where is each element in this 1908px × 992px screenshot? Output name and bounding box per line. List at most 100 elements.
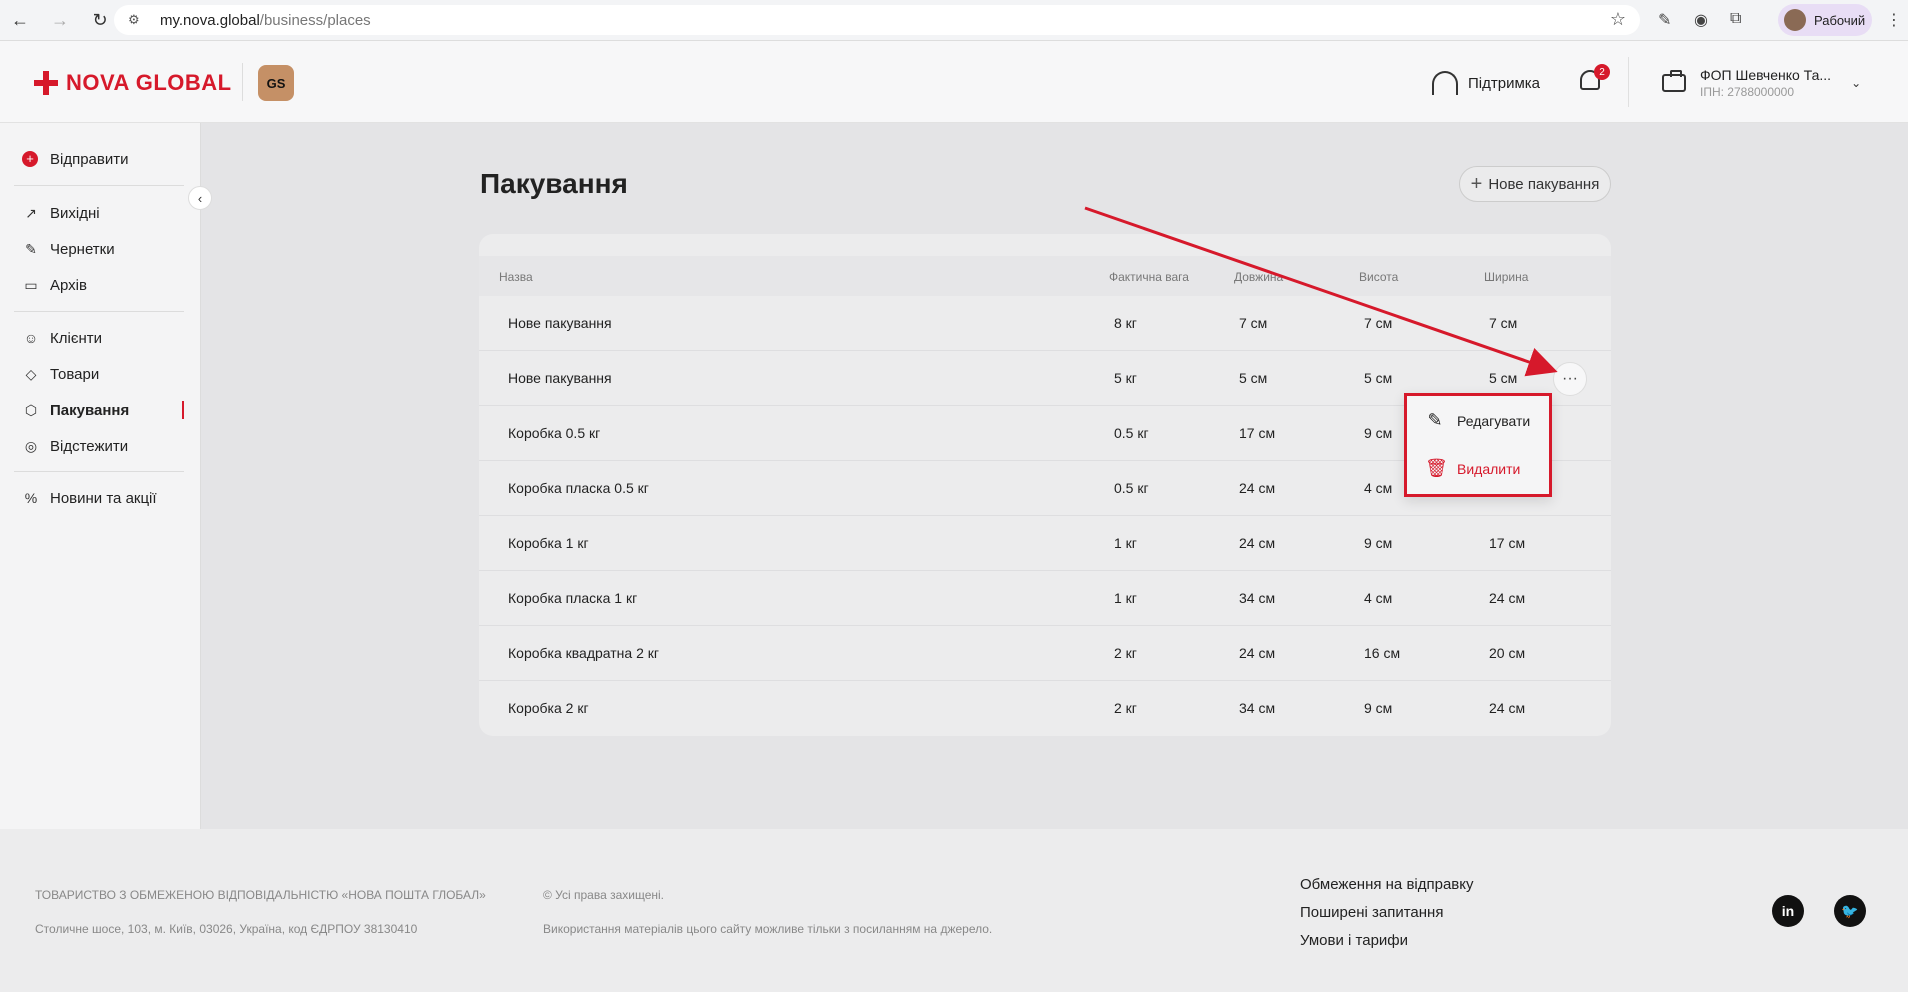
footer-link-restrictions[interactable]: Обмеження на відправку [1300,876,1474,893]
more-horizontal-icon: ··· [1562,370,1578,387]
notification-count-badge: 2 [1594,64,1610,80]
nova-global-logo[interactable]: NOVA GLOBAL [34,70,232,96]
cell-name: Коробка квадратна 2 кг [508,645,659,661]
cell-length: 34 см [1239,590,1276,606]
cell-weight: 0.5 кг [1114,425,1149,441]
cell-height: 5 см [1364,370,1393,386]
cell-height: 4 см [1364,590,1393,606]
table-row[interactable]: Коробка 1 кг 1 кг 24 см 9 см 17 см [479,516,1611,571]
cell-name: Коробка 0.5 кг [508,425,601,441]
cell-width: 7 см [1489,315,1518,331]
sidebar-item-track[interactable]: ◎ Відстежити [22,436,128,456]
sidebar-item-outgoing[interactable]: ↗ Вихідні [22,203,100,223]
extensions-puzzle-icon[interactable]: ⧉ [1730,10,1741,28]
percent-icon: % [24,490,38,506]
box-icon: ⬡ [24,401,38,418]
users-icon: ☺ [23,330,39,346]
sidebar-item-label: Товари [50,365,100,383]
column-header-weight[interactable]: Фактична вага [1109,270,1189,284]
column-header-name[interactable]: Назва [499,270,533,284]
new-packaging-button[interactable]: + Нове пакування [1459,166,1611,202]
row-more-actions-button[interactable]: ··· [1553,362,1587,396]
sidebar-item-label: Відстежити [50,437,129,455]
cell-length: 34 см [1239,700,1276,716]
forward-icon[interactable]: → [40,0,80,41]
sidebar-item-label: Новини та акції [50,489,157,507]
url-host: my.nova.global [160,11,260,29]
translate-extension-icon[interactable]: ✎ [1658,10,1671,30]
table-row[interactable]: Коробка пласка 1 кг 1 кг 34 см 4 см 24 с… [479,571,1611,626]
tag-icon: ◇ [25,365,37,382]
briefcase-icon [1662,70,1686,92]
cell-length: 24 см [1239,645,1276,661]
sidebar-item-label: Відправити [50,150,129,168]
table-row[interactable]: Нове пакування 8 кг 7 см 7 см 7 см [479,296,1611,351]
profile-button[interactable]: Рабочий [1778,4,1872,36]
cell-weight: 0.5 кг [1114,480,1149,496]
edit-menu-item[interactable]: ✎ Редагувати [1425,410,1530,431]
cell-height: 9 см [1364,700,1393,716]
footer-rights: © Усі права захищені. [543,888,665,902]
delete-menu-item[interactable]: 🗑 Видалити [1425,458,1520,479]
sidebar-item-archive[interactable]: ▭ Архів [22,275,87,295]
sidebar-item-clients[interactable]: ☺ Клієнти [22,328,102,348]
sidebar-item-label: Чернетки [50,240,115,258]
cell-height: 4 см [1364,480,1393,496]
address-bar[interactable]: ⚙ my.nova.global/business/places ☆ [114,5,1640,35]
browser-toolbar: ← → ↻ ⚙ my.nova.global/business/places ☆… [0,0,1908,41]
screenshot-extension-icon[interactable]: ◉ [1694,10,1708,30]
browser-menu-icon[interactable]: ⋮ [1886,10,1902,30]
cell-weight: 8 кг [1114,315,1137,331]
account-name: ФОП Шевченко Та... [1700,67,1832,83]
notifications-button[interactable]: 2 [1578,64,1610,96]
linkedin-icon[interactable]: in [1772,895,1804,927]
nova-logo-icon [34,71,58,95]
cell-length: 7 см [1239,315,1268,331]
header-divider [242,63,243,101]
cell-width: 24 см [1489,590,1526,606]
footer-link-faq[interactable]: Поширені запитання [1300,904,1443,921]
column-header-width[interactable]: Ширина [1484,270,1528,284]
site-settings-icon[interactable]: ⚙ [128,12,150,28]
cell-name: Нове пакування [508,315,612,331]
sidebar-item-drafts[interactable]: ✎ Чернетки [22,239,115,259]
sidebar-item-news[interactable]: % Новини та акції [22,488,157,508]
arrow-up-right-icon: ↗ [25,204,37,221]
track-icon: ◎ [24,437,38,454]
chevron-left-icon: ‹ [197,190,203,206]
cell-width: 5 см [1489,370,1518,386]
back-icon[interactable]: ← [0,0,40,41]
cell-weight: 5 кг [1114,370,1137,386]
page-title: Пакування [480,168,628,199]
plus-icon: + [1470,172,1483,195]
twitter-icon[interactable]: 🐦 [1834,895,1866,927]
sidebar-item-label: Пакування [50,401,130,419]
account-tax-id: ІПН: 2788000000 [1700,85,1795,99]
url-path: /business/places [259,11,371,29]
account-switcher[interactable]: ФОП Шевченко Та... ІПН: 2788000000 ⌄ [1662,67,1861,99]
new-packaging-label: Нове пакування [1488,175,1600,193]
sidebar-item-label: Вихідні [50,204,100,222]
cell-weight: 2 кг [1114,645,1137,661]
support-link[interactable]: Підтримка [1432,71,1540,95]
footer-link-terms[interactable]: Умови і тарифи [1300,932,1408,949]
cell-weight: 1 кг [1114,535,1137,551]
sidebar-item-send[interactable]: + Відправити [22,149,129,169]
table-row[interactable]: Коробка 2 кг 2 кг 34 см 9 см 24 см [479,681,1611,736]
column-header-height[interactable]: Висота [1359,270,1398,284]
footer-usage-note: Використання матеріалів цього сайту можл… [543,922,993,936]
support-label: Підтримка [1468,74,1541,92]
bookmark-star-icon[interactable]: ☆ [1610,9,1626,30]
edit-label: Редагувати [1457,412,1531,429]
sidebar-item-goods[interactable]: ◇ Товари [22,364,100,384]
gs-badge[interactable]: GS [258,65,294,101]
profile-label: Рабочий [1814,12,1866,28]
cell-name: Нове пакування [508,370,612,386]
cell-length: 17 см [1239,425,1276,441]
cell-length: 5 см [1239,370,1268,386]
column-header-length[interactable]: Довжина [1234,270,1283,284]
sidebar-item-packaging[interactable]: ⬡ Пакування [22,400,129,420]
sidebar-collapse-button[interactable]: ‹ [188,186,212,210]
table-row[interactable]: Коробка квадратна 2 кг 2 кг 24 см 16 см … [479,626,1611,681]
cell-length: 24 см [1239,480,1276,496]
